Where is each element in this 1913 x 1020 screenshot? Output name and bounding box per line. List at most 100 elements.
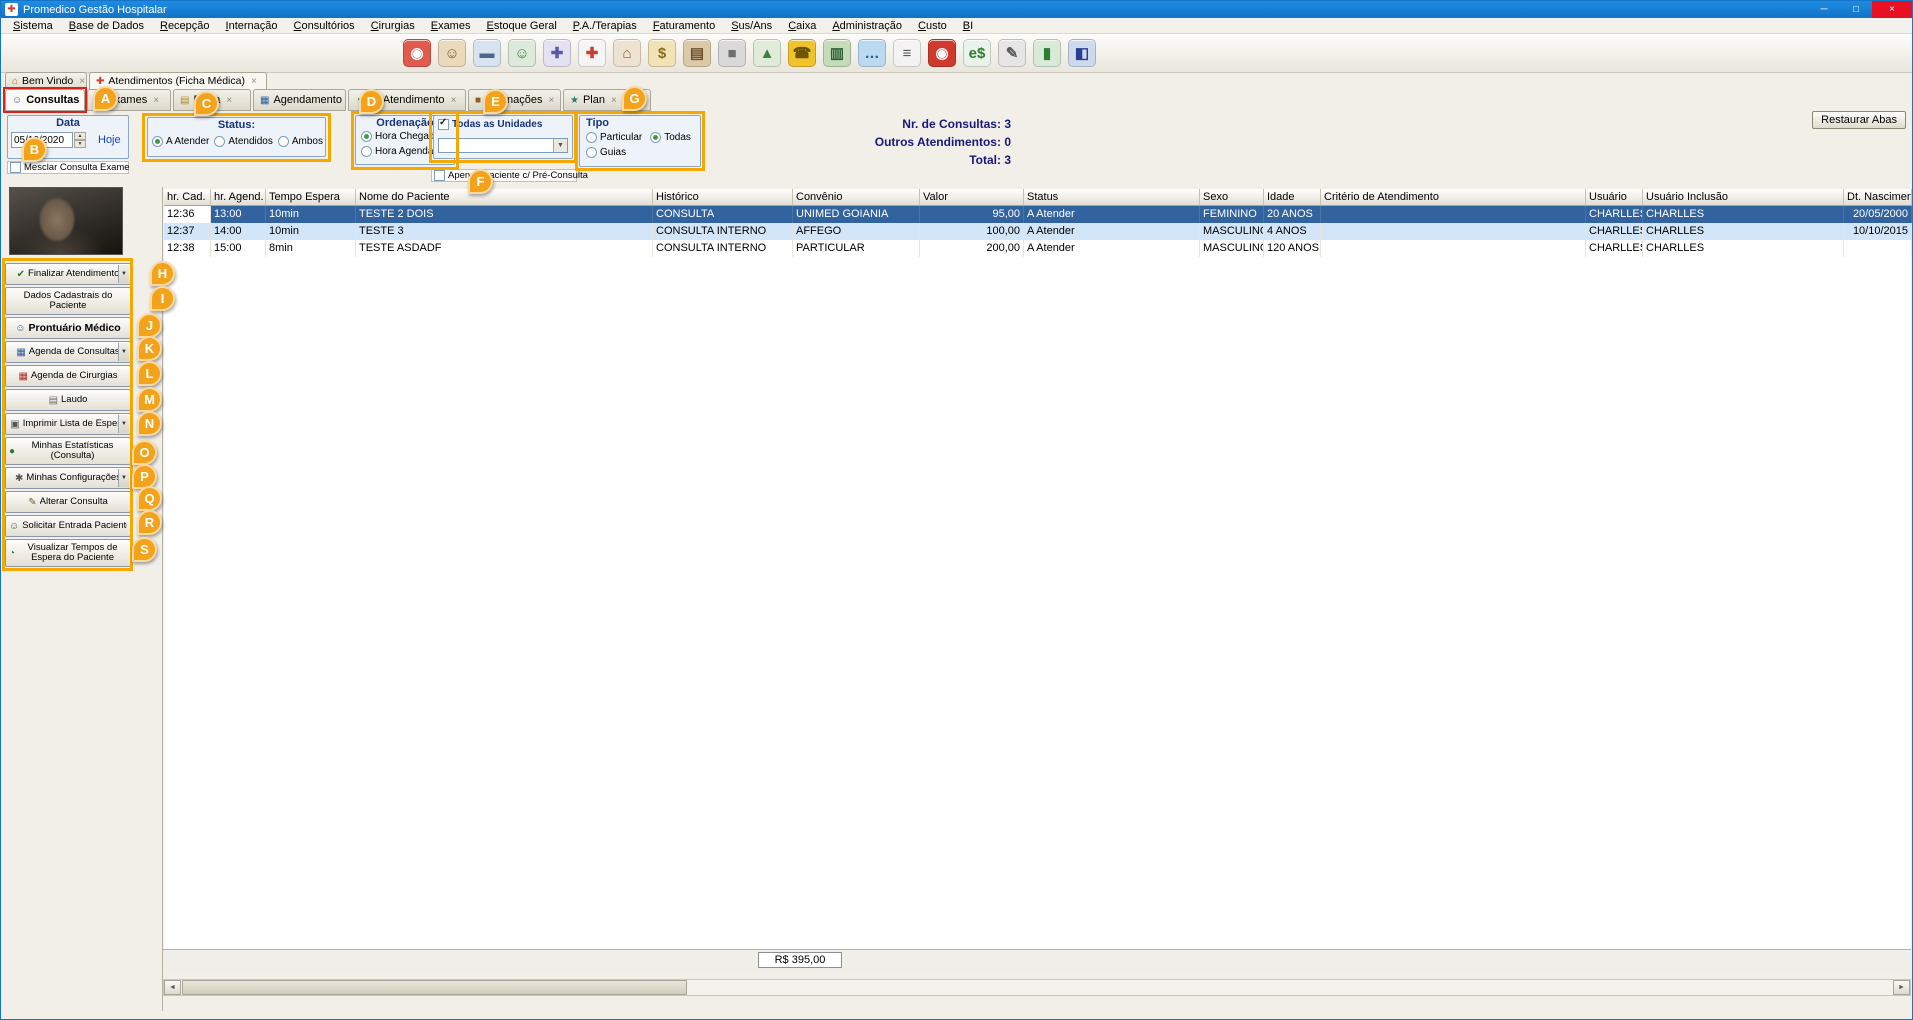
radio-particular[interactable]: Particular — [586, 132, 642, 143]
close-tab-icon[interactable]: × — [251, 76, 257, 87]
column-header-criterio-de-atendimento[interactable]: Critério de Atendimento — [1321, 189, 1586, 206]
sidebar-button-prontuario-medico[interactable]: ☺Prontuário Médico — [5, 317, 131, 339]
table-row[interactable]: 12:3714:0010minTESTE 3CONSULTA INTERNOAF… — [164, 223, 1912, 240]
column-header-historico[interactable]: Histórico — [653, 189, 793, 206]
menu-item-internacao[interactable]: Internação — [218, 19, 286, 33]
unidades-dropdown[interactable]: ▼ — [438, 138, 568, 153]
close-tab-icon[interactable]: × — [611, 95, 617, 106]
toolbar-agenda-icon[interactable]: ▥ — [823, 39, 851, 67]
menu-item-recepcao[interactable]: Recepção — [152, 19, 218, 33]
toolbar-e-dinheiro-icon[interactable]: e$ — [963, 39, 991, 67]
dropdown-arrow-icon[interactable]: ▼ — [118, 415, 129, 433]
close-tab-icon[interactable]: × — [153, 95, 159, 106]
toolbar-cubos-icon[interactable]: ◧ — [1068, 39, 1096, 67]
column-header-convenio[interactable]: Convênio — [793, 189, 920, 206]
toolbar-indicadores-icon[interactable]: ▮ — [1033, 39, 1061, 67]
radio-hora-chegada[interactable]: Hora Chegada — [361, 131, 445, 142]
sidebar-button-dados-cadastrais-do-paciente[interactable]: Dados Cadastrais do Paciente — [5, 287, 131, 315]
toolbar-exit-icon[interactable]: ◉ — [403, 39, 431, 67]
restore-tabs-button[interactable]: Restaurar Abas — [1812, 111, 1906, 129]
toolbar-faturamento-icon[interactable]: $ — [648, 39, 676, 67]
toolbar-lista-icon[interactable]: ≡ — [893, 39, 921, 67]
menu-item-p-a-terapias[interactable]: P.A./Terapias — [565, 19, 645, 33]
tab-agendamento[interactable]: ▦Agendamento× — [253, 89, 346, 111]
toolbar-estoque-icon[interactable]: ▤ — [683, 39, 711, 67]
radio-atendidos[interactable]: Atendidos — [214, 136, 272, 147]
column-header-idade[interactable]: Idade — [1264, 189, 1321, 206]
toolbar-hospital-icon[interactable]: ⌂ — [613, 39, 641, 67]
radio-guias[interactable]: Guias — [586, 147, 626, 158]
toolbar-recepcao-icon[interactable]: ☺ — [438, 39, 466, 67]
column-header-nome-do-paciente[interactable]: Nome do Paciente — [356, 189, 653, 206]
column-header-valor[interactable]: Valor — [920, 189, 1024, 206]
column-header-tempo-espera[interactable]: Tempo Espera — [266, 189, 356, 206]
menu-item-bi[interactable]: BI — [955, 19, 981, 33]
column-header-hr-cad[interactable]: hr. Cad. — [164, 189, 211, 206]
maximize-button[interactable]: □ — [1840, 1, 1872, 18]
table-row[interactable]: 12:3613:0010minTESTE 2 DOISCONSULTAUNIME… — [164, 206, 1912, 223]
dropdown-arrow-icon[interactable]: ▼ — [118, 343, 129, 361]
toolbar-telefones-icon[interactable]: ☎ — [788, 39, 816, 67]
sidebar-button-finalizar-atendimento[interactable]: ✔Finalizar Atendimento▼ — [5, 263, 131, 285]
toolbar-consultorios-icon[interactable]: ☺ — [508, 39, 536, 67]
todas-unidades-checkbox[interactable]: ✓ Todas as Unidades — [438, 119, 542, 130]
column-header-hr-agend[interactable]: hr. Agend. — [211, 189, 266, 206]
sidebar-button-agenda-de-consultas[interactable]: ▦Agenda de Consultas▼ — [5, 341, 131, 363]
toolbar-ambulancia-icon[interactable]: ✚ — [578, 39, 606, 67]
pre-consulta-checkbox[interactable]: Apenas Paciente c/ Pré-Consulta — [431, 169, 577, 182]
column-header-status[interactable]: Status — [1024, 189, 1200, 206]
close-tab-icon[interactable]: × — [451, 95, 457, 106]
menu-item-exames[interactable]: Exames — [423, 19, 479, 33]
spinner-down-icon[interactable]: ▼ — [74, 140, 86, 148]
menu-item-estoque-geral[interactable]: Estoque Geral — [478, 19, 564, 33]
radio-a-atender[interactable]: A Atender — [152, 136, 209, 147]
sidebar-button-visualizar-tempos-de-espera-do-paciente[interactable]: ◔Visualizar Tempos de Espera do Paciente — [5, 539, 131, 567]
column-header-dt-nascimento[interactable]: Dt. Nascimento — [1844, 189, 1912, 206]
minimize-button[interactable]: ─ — [1808, 1, 1840, 18]
radio-hora-agendada[interactable]: Hora Agendada — [361, 146, 445, 157]
tab-internacoes[interactable]: ■Internações× — [468, 89, 561, 111]
sidebar-button-minhas-configuracoes[interactable]: ✱Minhas Configurações▼ — [5, 467, 131, 489]
toolbar-cofre-icon[interactable]: ■ — [718, 39, 746, 67]
menu-item-custo[interactable]: Custo — [910, 19, 955, 33]
sidebar-button-alterar-consulta[interactable]: ✎Alterar Consulta — [5, 491, 131, 513]
menu-item-caixa[interactable]: Caixa — [780, 19, 824, 33]
column-header-sexo[interactable]: Sexo — [1200, 189, 1264, 206]
close-tab-icon[interactable]: × — [79, 76, 85, 87]
close-tab-icon[interactable]: × — [549, 95, 555, 106]
main-tab-bem-vindo[interactable]: ⌂Bem Vindo× — [5, 72, 87, 89]
sidebar-button-imprimir-lista-de-espera[interactable]: ▣Imprimir Lista de Espera▼ — [5, 413, 131, 435]
scrollbar-thumb[interactable] — [182, 980, 687, 995]
menu-item-base-de-dados[interactable]: Base de Dados — [61, 19, 152, 33]
toolbar-cirurgias-icon[interactable]: ✚ — [543, 39, 571, 67]
scroll-left-icon[interactable]: ◄ — [164, 980, 181, 995]
toolbar-graficos-icon[interactable]: ▲ — [753, 39, 781, 67]
column-header-usuario[interactable]: Usuário — [1586, 189, 1643, 206]
horizontal-scrollbar[interactable]: ◄ ► — [163, 979, 1911, 996]
sidebar-button-minhas-estatisticas-consulta[interactable]: ●Minhas Estatísticas (Consulta) — [5, 437, 131, 465]
close-button[interactable]: × — [1872, 1, 1912, 18]
toolbar-internacao-icon[interactable]: ▬ — [473, 39, 501, 67]
table-row[interactable]: 12:3815:008minTESTE ASDADFCONSULTA INTER… — [164, 240, 1912, 257]
menu-item-faturamento[interactable]: Faturamento — [645, 19, 723, 33]
radio-ambos[interactable]: Ambos — [278, 136, 323, 147]
scroll-right-icon[interactable]: ► — [1893, 980, 1910, 995]
menu-item-sus-ans[interactable]: Sus/Ans — [723, 19, 780, 33]
sidebar-button-solicitar-entrada-paciente[interactable]: ☺Solicitar Entrada Paciente — [5, 515, 131, 537]
toolbar-sair-icon[interactable]: ◉ — [928, 39, 956, 67]
mesclar-consulta-exame-checkbox[interactable]: Mesclar Consulta Exame — [7, 161, 129, 174]
menu-item-cirurgias[interactable]: Cirurgias — [363, 19, 423, 33]
radio-todas[interactable]: Todas — [650, 132, 691, 143]
sidebar-button-agenda-de-cirurgias[interactable]: ▦Agenda de Cirurgias — [5, 365, 131, 387]
menu-item-consultorios[interactable]: Consultórios — [286, 19, 363, 33]
menu-item-sistema[interactable]: Sistema — [5, 19, 61, 33]
spinner-up-icon[interactable]: ▲ — [74, 132, 86, 140]
menu-item-administracao[interactable]: Administração — [824, 19, 910, 33]
main-tab-atendimentos-ficha-medica[interactable]: ✚Atendimentos (Ficha Médica)× — [89, 72, 267, 89]
column-header-usuario-inclusao[interactable]: Usuário Inclusão — [1643, 189, 1844, 206]
tab-consultas[interactable]: ☺Consultas — [5, 89, 85, 111]
toolbar-mensagens-icon[interactable]: … — [858, 39, 886, 67]
sidebar-button-laudo[interactable]: ▤Laudo — [5, 389, 131, 411]
dropdown-arrow-icon[interactable]: ▼ — [118, 265, 129, 283]
toolbar-anotacoes-icon[interactable]: ✎ — [998, 39, 1026, 67]
